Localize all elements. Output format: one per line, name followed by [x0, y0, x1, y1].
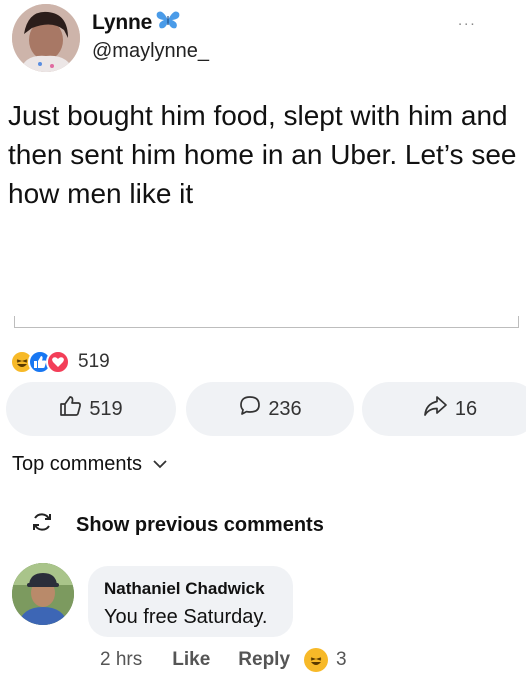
love-reaction-icon	[46, 350, 70, 374]
tweet-text: Just bought him food, slept with him and…	[8, 96, 526, 213]
comment-text: You free Saturday.	[104, 606, 268, 628]
show-previous-comments-label: Show previous comments	[76, 513, 324, 536]
action-bar: 519 236 16	[6, 382, 526, 436]
show-previous-comments-button[interactable]: Show previous comments	[30, 510, 324, 540]
reaction-count: 519	[78, 351, 110, 372]
speech-bubble-icon	[238, 394, 262, 424]
haha-reaction-icon[interactable]	[304, 648, 329, 672]
refresh-icon	[30, 510, 54, 540]
comment-meta: 2 hrs Like Reply 3	[100, 648, 347, 672]
comment-time[interactable]: 2 hrs	[100, 649, 142, 671]
butterfly-icon	[156, 10, 180, 35]
more-options-icon[interactable]: ...	[458, 12, 477, 29]
share-arrow-icon	[423, 394, 449, 424]
tweet-text-line: how men like it	[8, 178, 194, 209]
tweet-text-line: then sent him home in an Uber. Let’s see	[8, 139, 517, 170]
reaction-summary[interactable]: 519	[10, 350, 110, 374]
share-count: 16	[454, 397, 478, 420]
comment-reply-button[interactable]: Reply	[238, 649, 290, 671]
embedded-tweet-card: Lynne @maylynne_ ... Just bought him foo…	[0, 0, 526, 340]
tweet-handle[interactable]: @maylynne_	[92, 40, 209, 63]
tweet-text-line: Just bought him food, slept with him and	[8, 100, 508, 131]
comment-sort-dropdown[interactable]: Top comments	[12, 453, 168, 476]
comment-button[interactable]: 236	[186, 382, 354, 436]
divider	[518, 316, 519, 328]
like-count: 519	[89, 397, 123, 420]
share-button[interactable]: 16	[362, 382, 526, 436]
avatar[interactable]	[12, 4, 80, 72]
chevron-down-icon	[152, 453, 168, 476]
tweet-author-row: Lynne	[92, 10, 180, 35]
tweet-author-name[interactable]: Lynne	[92, 11, 152, 35]
like-button[interactable]: 519	[6, 382, 176, 436]
comment-reaction-count: 3	[336, 649, 347, 670]
divider	[14, 327, 519, 328]
comment-sort-label: Top comments	[12, 453, 143, 475]
thumbs-up-icon	[59, 394, 83, 424]
comment-count: 236	[268, 397, 302, 420]
comment-like-button[interactable]: Like	[172, 649, 210, 671]
comment-bubble: Nathaniel Chadwick You free Saturday.	[88, 566, 293, 637]
comment-author[interactable]: Nathaniel Chadwick	[104, 579, 293, 599]
avatar[interactable]	[12, 563, 74, 625]
